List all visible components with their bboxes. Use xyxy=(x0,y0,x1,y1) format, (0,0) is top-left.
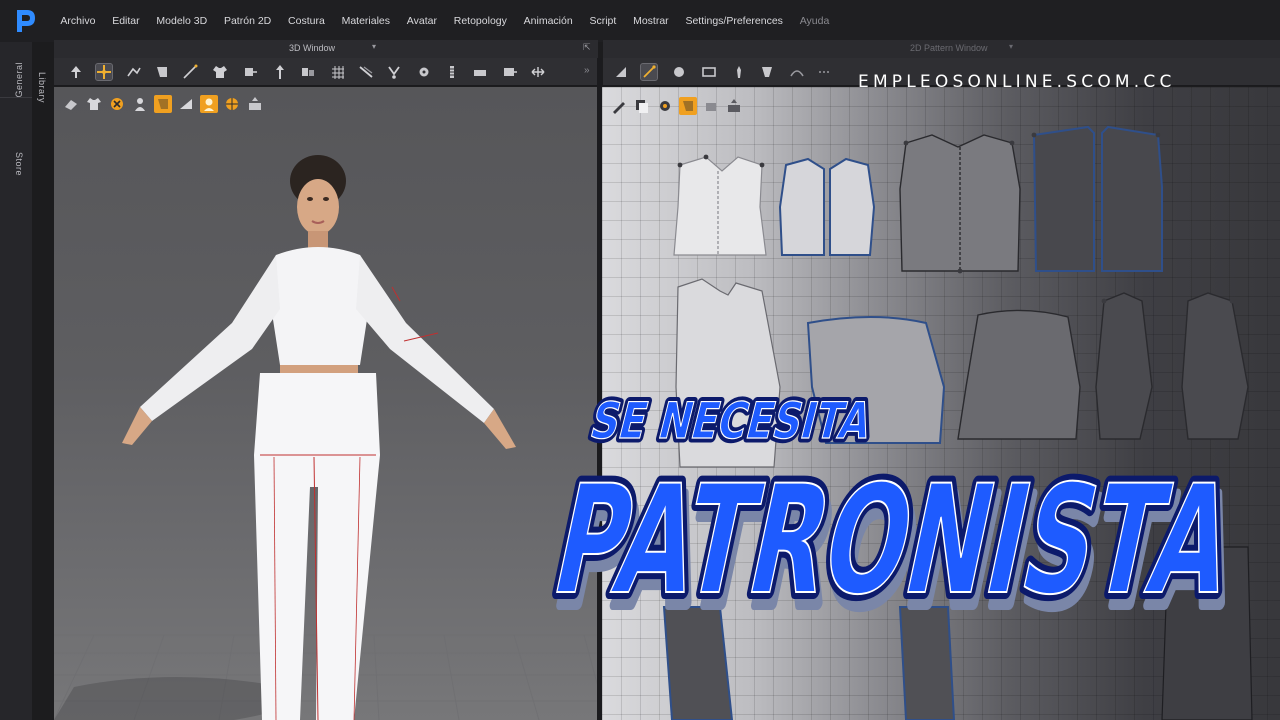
chevron-down-icon[interactable]: ▾ xyxy=(1009,42,1013,51)
flip-icon[interactable] xyxy=(530,64,546,80)
edit-point-icon[interactable] xyxy=(640,63,658,81)
measure-icon[interactable] xyxy=(472,64,488,80)
window-3d-title: 3D Window xyxy=(289,43,336,53)
draw-line-icon[interactable] xyxy=(182,64,198,80)
sewing-icon[interactable] xyxy=(242,64,258,80)
menu-materiales[interactable]: Materiales xyxy=(333,15,398,27)
clo-logo-icon[interactable] xyxy=(13,7,39,35)
tack-icon[interactable] xyxy=(386,64,402,80)
seam-icon[interactable] xyxy=(817,64,833,80)
menu-archivo[interactable]: Archivo xyxy=(52,15,104,27)
polygon-icon[interactable] xyxy=(731,64,747,80)
curve-icon[interactable] xyxy=(789,64,805,80)
circle-icon[interactable] xyxy=(671,64,687,80)
viewport-2d-pattern[interactable] xyxy=(602,87,1280,720)
menu-editar[interactable]: Editar xyxy=(104,15,148,27)
style-line-icon[interactable] xyxy=(358,64,374,80)
menu-animacion[interactable]: Animación xyxy=(515,15,581,27)
fold-icon[interactable] xyxy=(154,64,170,80)
button-icon[interactable] xyxy=(416,64,432,80)
menu-mostrar[interactable]: Mostrar xyxy=(625,15,677,27)
tab-library[interactable]: Library xyxy=(37,72,47,103)
popout-icon[interactable]: ⇱ xyxy=(583,42,591,53)
transform-pattern-icon[interactable] xyxy=(613,64,629,80)
pattern-pieces xyxy=(662,125,1253,720)
menu-script[interactable]: Script xyxy=(581,15,625,27)
chevron-right-icon[interactable]: » xyxy=(584,65,590,76)
chevron-down-icon[interactable]: ▾ xyxy=(372,42,376,51)
viewport-3d[interactable] xyxy=(54,87,598,720)
select-transform-icon[interactable] xyxy=(95,63,113,81)
avatar-3d[interactable] xyxy=(54,87,598,720)
menu-patron-2d[interactable]: Patrón 2D xyxy=(216,15,280,27)
menu-retopology[interactable]: Retopology xyxy=(445,15,515,27)
side-tab-divider xyxy=(0,97,32,98)
pin-icon[interactable] xyxy=(272,64,288,80)
arrange-icon[interactable] xyxy=(300,64,316,80)
menu-bar: Archivo Editar Modelo 3D Patrón 2D Costu… xyxy=(0,0,1280,42)
internal-shape-icon[interactable] xyxy=(759,64,775,80)
menu-ayuda[interactable]: Ayuda xyxy=(791,15,837,27)
zipper-icon[interactable] xyxy=(444,64,460,80)
main-menu: Archivo Editar Modelo 3D Patrón 2D Costu… xyxy=(52,0,838,42)
tab-general[interactable]: General xyxy=(14,62,24,98)
tab-store[interactable]: Store xyxy=(14,152,24,176)
garment-icon[interactable] xyxy=(212,64,228,80)
window-2d-title: 2D Pattern Window xyxy=(910,43,988,53)
toolbar-3d: » xyxy=(54,58,598,86)
menu-settings[interactable]: Settings/Preferences xyxy=(677,15,791,27)
move-icon[interactable] xyxy=(68,64,84,80)
rectangle-icon[interactable] xyxy=(701,64,717,80)
watermark: EMPLEOSONLINE.SCOM.CC xyxy=(858,72,1176,92)
window-3d-header: 3D Window ▾ ⇱ xyxy=(54,40,598,58)
menu-avatar[interactable]: Avatar xyxy=(398,15,445,27)
window-2d-header: 2D Pattern Window ▾ xyxy=(603,40,1280,58)
edit-pattern-icon[interactable] xyxy=(126,64,142,80)
menu-modelo-3d[interactable]: Modelo 3D xyxy=(148,15,216,27)
side-tab-strip: Library General Store xyxy=(0,42,47,720)
topstitch-icon[interactable] xyxy=(502,64,518,80)
grid-icon[interactable] xyxy=(330,64,346,80)
menu-costura[interactable]: Costura xyxy=(280,15,334,27)
